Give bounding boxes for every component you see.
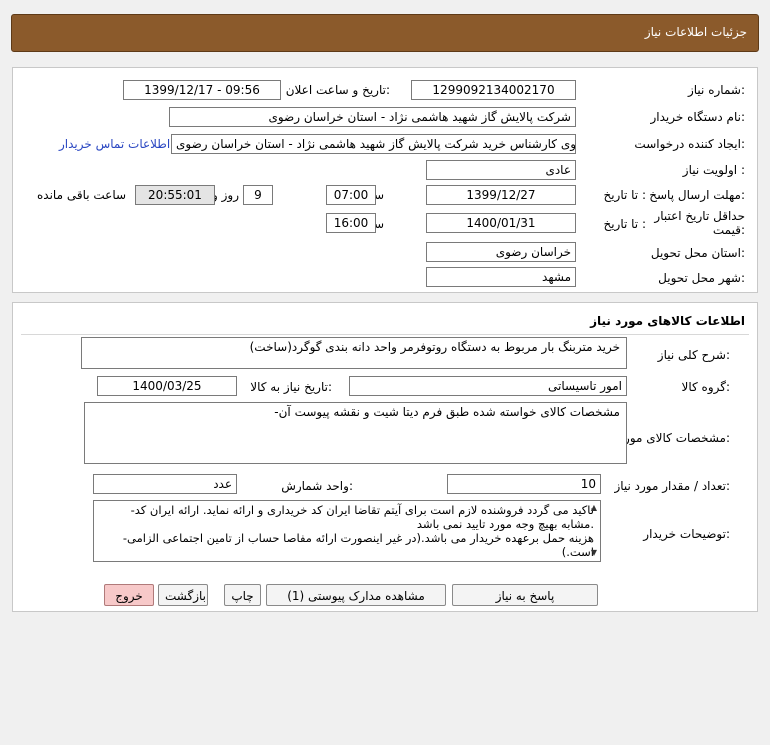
goods-panel: اطلاعات کالاهای مورد نیاز شرح کلی نیاز: … <box>12 302 758 612</box>
general-desc-field[interactable]: خرید متربنگ بار مربوط به دستگاه روتوفرمر… <box>81 337 627 369</box>
scroll-down-icon[interactable]: ▼ <box>589 548 599 557</box>
validity-date-field[interactable]: 1400/01/31 <box>426 213 576 233</box>
remaining-time-label: ساعت باقی مانده <box>37 188 127 202</box>
city-field[interactable]: مشهد <box>426 267 576 287</box>
unit-field[interactable]: عدد <box>93 474 237 494</box>
requester-label: ایجاد کننده درخواست: <box>634 137 745 151</box>
days-label: روز و <box>212 188 239 202</box>
general-desc-label: شرح کلی نیاز: <box>657 348 730 362</box>
print-button[interactable]: چاپ <box>224 584 261 606</box>
validity-until-label: تا تاریخ : <box>603 217 646 231</box>
back-button[interactable]: بازگشت <box>158 584 208 606</box>
scroll-up-icon[interactable]: ▲ <box>589 503 599 512</box>
notes-line-1: -تاکید می گردد فروشنده لازم است برای آیت… <box>130 503 594 531</box>
remaining-time-field: 20:55:01 <box>135 185 215 205</box>
deadline-time-field[interactable]: 07:00 <box>326 185 376 205</box>
page-header: جزئیات اطلاعات نیاز <box>11 14 759 52</box>
qty-label: تعداد / مقدار مورد نیاز: <box>614 479 730 493</box>
deadline-label: مهلت ارسال پاسخ: <box>649 188 745 202</box>
reply-button[interactable]: پاسخ به نیاز <box>452 584 598 606</box>
deadline-date-field[interactable]: 1399/12/27 <box>426 185 576 205</box>
buyer-notes-label: توضیحات خریدار: <box>643 527 730 541</box>
notes-line-2: -هزینه حمل برعهده خریدار می باشد.(در غیر… <box>122 531 594 559</box>
validity-time-field[interactable]: 16:00 <box>326 213 376 233</box>
province-label: استان محل تحویل: <box>650 246 745 260</box>
unit-label: واحد شمارش: <box>281 479 353 493</box>
need-date-label: تاریخ نیاز به کالا: <box>250 380 332 394</box>
view-attachments-button[interactable]: مشاهده مدارک پیوستی (1) <box>266 584 446 606</box>
need-number-label: شماره نیاز: <box>687 83 745 97</box>
buyer-notes-field[interactable]: -تاکید می گردد فروشنده لازم است برای آیت… <box>93 500 601 562</box>
priority-field[interactable]: عادی <box>426 160 576 180</box>
deadline-until-label: تا تاریخ : <box>603 188 646 202</box>
buyer-org-label: نام دستگاه خریدار: <box>650 110 746 124</box>
section-divider <box>21 334 749 335</box>
city-label: شهر محل تحویل: <box>658 271 745 285</box>
notes-scrollbar[interactable]: ▲ ▼ <box>589 501 599 561</box>
min-validity-label: حداقل تاریخ اعتبار قیمت: <box>654 209 745 237</box>
requester-field[interactable]: هاشم مهدوی کارشناس خرید شرکت پالایش گاز … <box>171 134 576 154</box>
exit-button[interactable]: خروج <box>104 584 154 606</box>
province-field[interactable]: خراسان رضوی <box>426 242 576 262</box>
goods-group-label: گروه کالا: <box>681 380 731 394</box>
need-date-field[interactable]: 1400/03/25 <box>97 376 237 396</box>
spec-field[interactable]: -مشخصات کالای خواسته شده طبق فرم دیتا شی… <box>84 402 627 464</box>
need-number-field[interactable]: 1299092134002170 <box>411 80 576 100</box>
page-title: جزئیات اطلاعات نیاز <box>644 25 747 39</box>
buyer-org-field[interactable]: شرکت پالایش گاز شهید هاشمی نژاد - استان … <box>169 107 576 127</box>
days-field: 9 <box>243 185 273 205</box>
goods-section-title: اطلاعات کالاهای مورد نیاز <box>590 314 745 328</box>
goods-group-field[interactable]: امور تاسیساتی <box>349 376 627 396</box>
announce-field[interactable]: 1399/12/17 - 09:56 <box>123 80 281 100</box>
need-details-panel: شماره نیاز: 1299092134002170 تاریخ و ساع… <box>12 67 758 293</box>
qty-field[interactable]: 10 <box>447 474 601 494</box>
priority-label: اولویت نیاز : <box>682 163 745 177</box>
buyer-contact-link[interactable]: اطلاعات تماس خریدار <box>59 137 170 151</box>
